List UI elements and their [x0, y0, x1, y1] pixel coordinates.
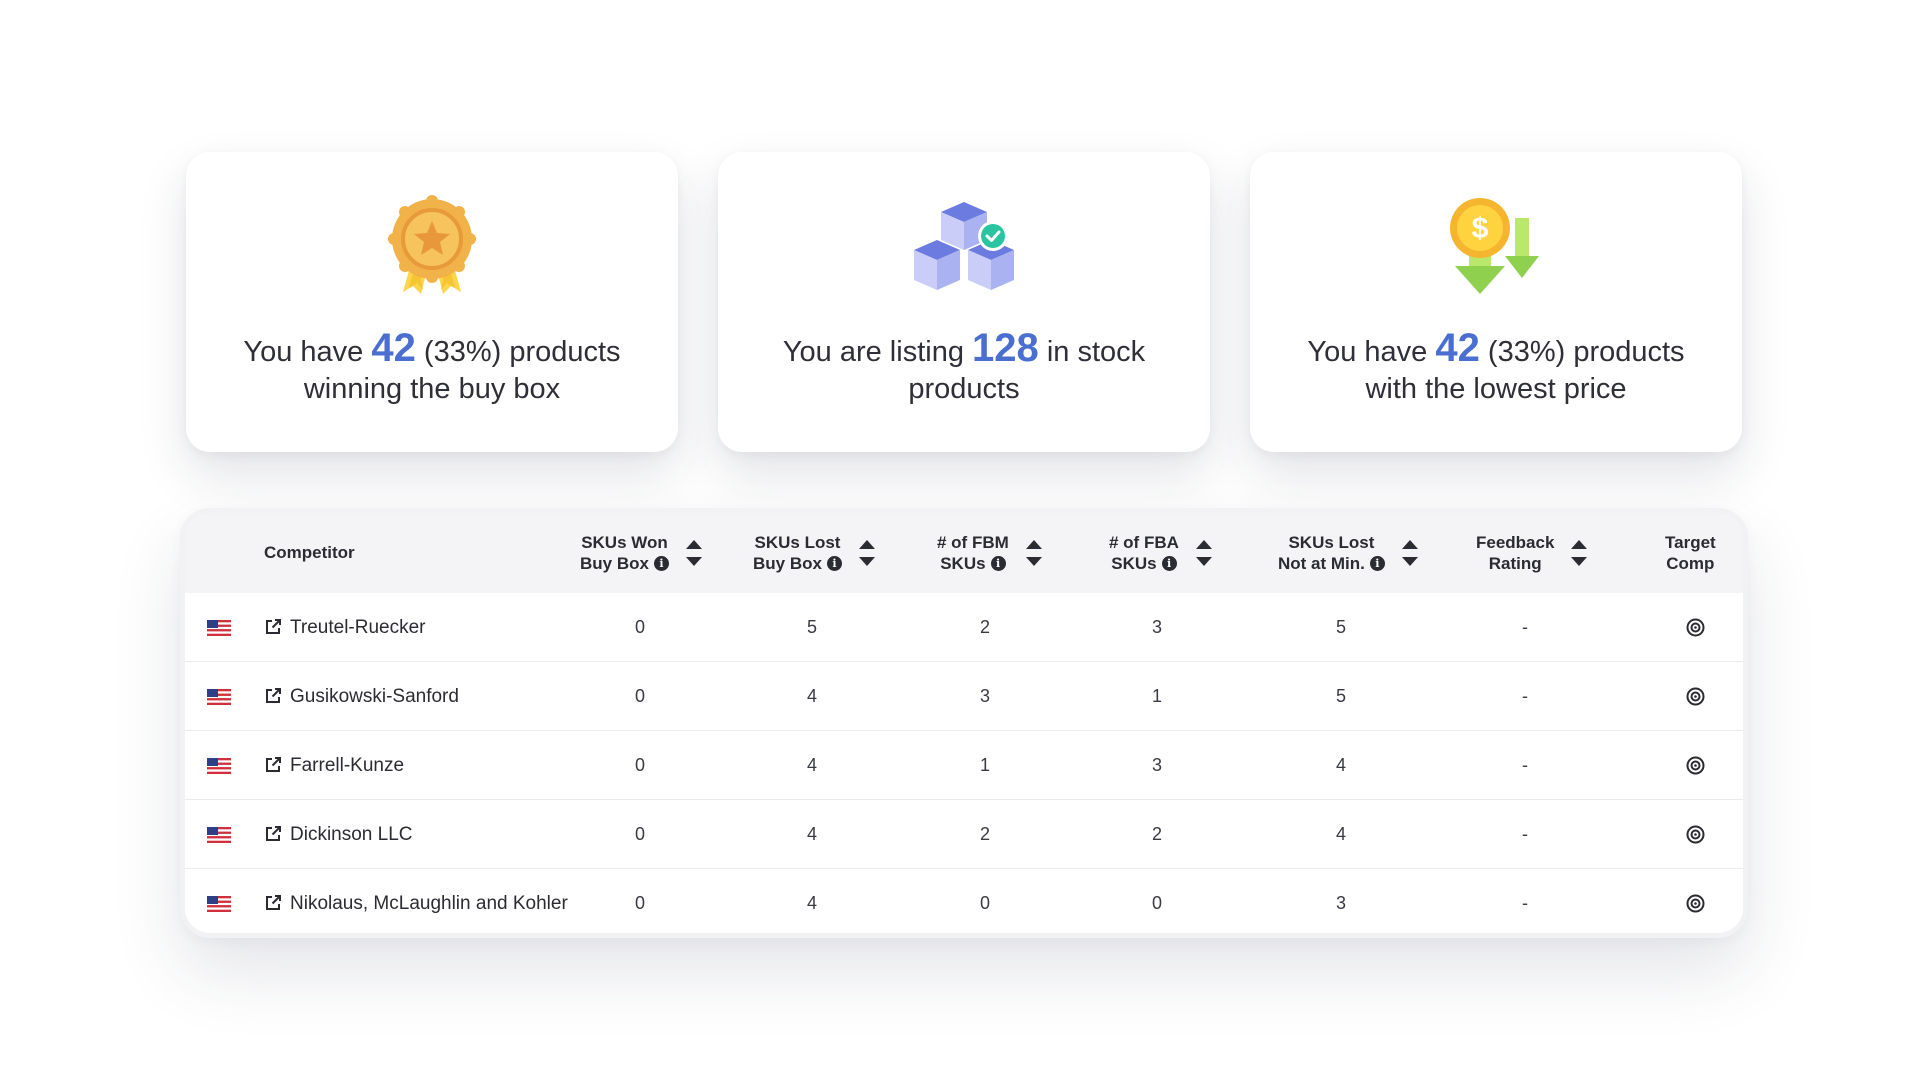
lowest-price-stat-text: You have 42 (33%) products with the lowe… [1307, 326, 1685, 405]
skus-lost-buy-box-value: 4 [806, 686, 817, 706]
award-medal-icon [388, 195, 476, 294]
external-link-icon[interactable] [264, 618, 282, 636]
info-icon[interactable]: i [1161, 556, 1177, 571]
buy-box-stat-text: You have 42 (33%) products winning the b… [243, 326, 621, 405]
skus-won-buy-box-value: 0 [634, 824, 645, 844]
fba-skus-value: 3 [1151, 755, 1162, 775]
sort-icon[interactable] [1195, 537, 1213, 569]
column-header-fbm-skus[interactable]: # of FBM SKUs i [937, 513, 1043, 593]
external-link-icon[interactable] [264, 687, 282, 705]
buy-box-count: 42 [371, 326, 416, 370]
fbm-skus-value: 3 [979, 686, 990, 706]
competitor-name[interactable]: Nikolaus, McLaughlin and Kohler [290, 869, 568, 933]
competitor-name[interactable]: Treutel-Ruecker [290, 593, 426, 662]
column-header-skus-won-buy-box[interactable]: SKUs Won Buy Box i [580, 513, 703, 593]
table-header: Competitor SKUs Won Buy Box i SKUs Lost B… [185, 513, 1743, 593]
table-row: Dickinson LLC 0 4 2 2 4 - [185, 800, 1743, 869]
in-stock-stat-text: You are listing 128 in stock products [782, 326, 1146, 405]
feedback-rating-value: - [1522, 617, 1528, 637]
target-icon[interactable] [1686, 687, 1705, 706]
skus-won-buy-box-value: 0 [634, 893, 645, 913]
us-flag-icon [207, 620, 231, 636]
feedback-rating-value: - [1522, 893, 1528, 913]
skus-lost-not-at-min-value: 4 [1335, 824, 1346, 844]
skus-lost-buy-box-value: 5 [806, 617, 817, 637]
table-row: Farrell-Kunze 0 4 1 3 4 - [185, 731, 1743, 800]
table-row: Treutel-Ruecker 0 5 2 3 5 - [185, 593, 1743, 662]
skus-lost-buy-box-value: 4 [806, 893, 817, 913]
skus-lost-not-at-min-value: 5 [1335, 686, 1346, 706]
us-flag-icon [207, 689, 231, 705]
column-header-skus-lost-buy-box[interactable]: SKUs Lost Buy Box i [753, 513, 876, 593]
column-header-competitor: Competitor [264, 543, 355, 562]
buy-box-stat-card: You have 42 (33%) products winning the b… [186, 152, 678, 452]
price-down-arrows-icon: $ [1450, 198, 1539, 294]
table-row: Gusikowski-Sanford 0 4 3 1 5 - [185, 662, 1743, 731]
sort-icon[interactable] [685, 537, 703, 569]
skus-won-buy-box-value: 0 [634, 686, 645, 706]
target-icon[interactable] [1686, 825, 1705, 844]
feedback-rating-value: - [1522, 824, 1528, 844]
skus-lost-not-at-min-value: 4 [1335, 755, 1346, 775]
us-flag-icon [207, 758, 231, 774]
info-icon[interactable]: i [1369, 556, 1385, 571]
fba-skus-value: 3 [1151, 617, 1162, 637]
stat-cards: You have 42 (33%) products winning the b… [186, 152, 1742, 452]
in-stock-stat-card: You are listing 128 in stock products [718, 152, 1210, 452]
skus-lost-buy-box-value: 4 [806, 755, 817, 775]
sort-icon[interactable] [1570, 537, 1588, 569]
fba-skus-value: 1 [1151, 686, 1162, 706]
fbm-skus-value: 2 [979, 824, 990, 844]
skus-lost-buy-box-value: 4 [806, 824, 817, 844]
external-link-icon[interactable] [264, 756, 282, 774]
sort-icon[interactable] [1401, 537, 1419, 569]
external-link-icon[interactable] [264, 894, 282, 912]
feedback-rating-value: - [1522, 686, 1528, 706]
fba-skus-value: 0 [1151, 893, 1162, 913]
info-icon[interactable]: i [990, 556, 1006, 571]
feedback-rating-value: - [1522, 755, 1528, 775]
target-icon[interactable] [1686, 756, 1705, 775]
fba-skus-value: 2 [1151, 824, 1162, 844]
stock-boxes-check-icon [914, 202, 1014, 290]
sort-icon[interactable] [1025, 537, 1043, 569]
competitor-name[interactable]: Farrell-Kunze [290, 731, 404, 800]
lowest-price-count: 42 [1435, 326, 1480, 370]
skus-lost-not-at-min-value: 5 [1335, 617, 1346, 637]
skus-won-buy-box-value: 0 [634, 755, 645, 775]
info-icon[interactable]: i [826, 556, 842, 571]
sort-icon[interactable] [858, 537, 876, 569]
column-header-skus-lost-not-at-min[interactable]: SKUs Lost Not at Min. i [1278, 513, 1419, 593]
competitor-table: Competitor SKUs Won Buy Box i SKUs Lost B… [180, 508, 1748, 938]
target-icon[interactable] [1686, 618, 1705, 637]
in-stock-count: 128 [972, 326, 1039, 370]
column-header-feedback-rating[interactable]: Feedback Rating [1476, 513, 1588, 593]
fbm-skus-value: 1 [979, 755, 990, 775]
fbm-skus-value: 0 [979, 893, 990, 913]
column-header-target-comp: Target Comp [1665, 533, 1716, 573]
table-row: Nikolaus, McLaughlin and Kohler 0 4 0 0 … [185, 869, 1743, 933]
competitor-name[interactable]: Gusikowski-Sanford [290, 662, 459, 731]
external-link-icon[interactable] [264, 825, 282, 843]
us-flag-icon [207, 896, 231, 912]
skus-lost-not-at-min-value: 3 [1335, 893, 1346, 913]
target-icon[interactable] [1686, 894, 1705, 913]
lowest-price-stat-card: $ You have 42 (33%) products with the lo… [1250, 152, 1742, 452]
us-flag-icon [207, 827, 231, 843]
svg-text:$: $ [1472, 212, 1489, 245]
competitor-name[interactable]: Dickinson LLC [290, 800, 413, 869]
info-icon[interactable]: i [653, 556, 669, 571]
skus-won-buy-box-value: 0 [634, 617, 645, 637]
fbm-skus-value: 2 [979, 617, 990, 637]
column-header-fba-skus[interactable]: # of FBA SKUs i [1109, 513, 1213, 593]
